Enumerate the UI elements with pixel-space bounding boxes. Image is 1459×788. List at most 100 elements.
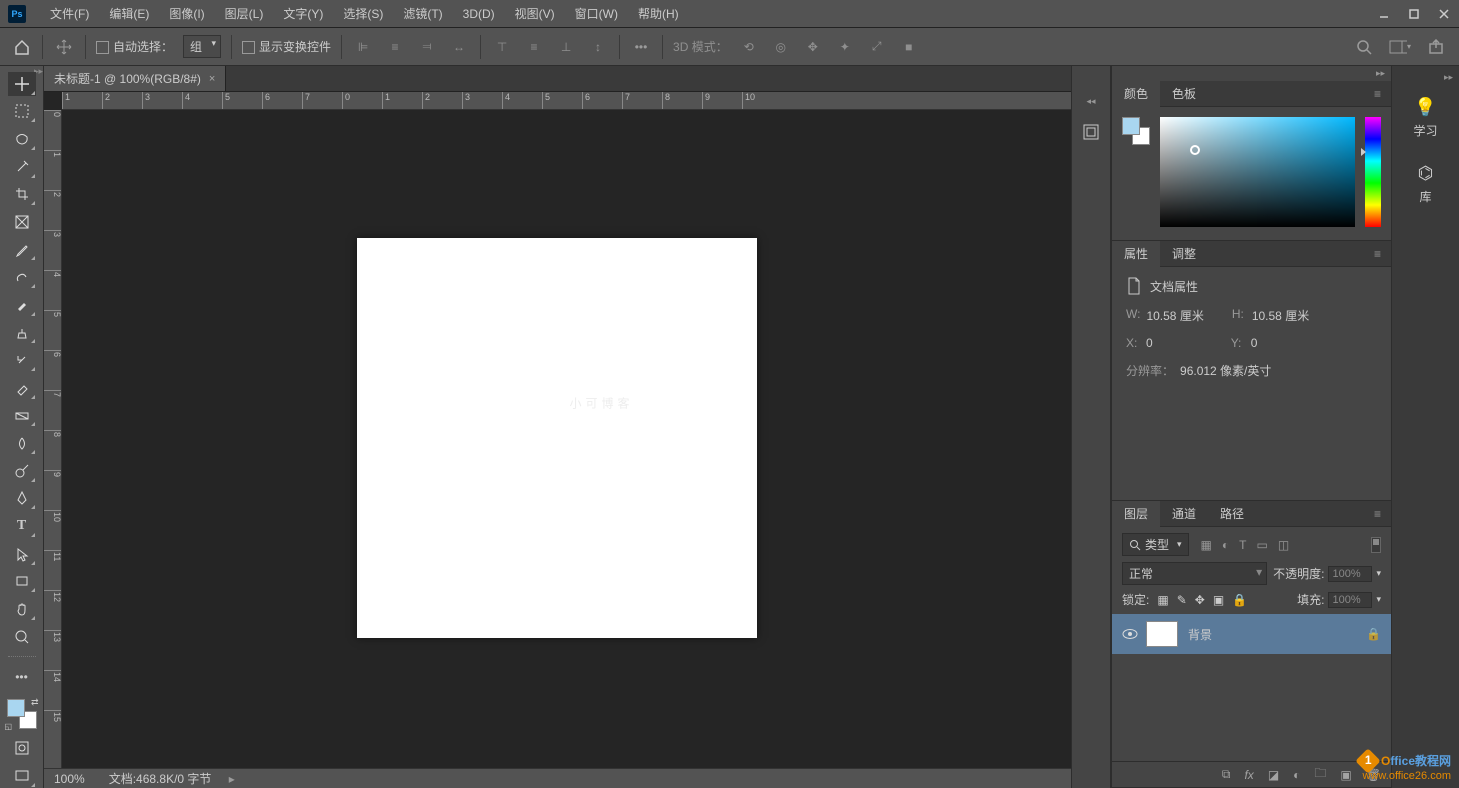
collapse-panels-icon[interactable]: ▸▸: [1370, 66, 1391, 81]
canvas-viewport[interactable]: 小可博客 WWW.QKEKE.COM: [62, 110, 1071, 768]
more-align-icon[interactable]: •••: [630, 36, 652, 58]
eraser-tool[interactable]: [8, 376, 36, 400]
brush-tool[interactable]: [8, 293, 36, 317]
align-right-icon[interactable]: ⫤: [416, 36, 438, 58]
layer-mask-icon[interactable]: ◪: [1268, 768, 1279, 782]
auto-select-checkbox[interactable]: 自动选择：: [96, 38, 173, 55]
3d-camera-icon[interactable]: ■: [898, 36, 920, 58]
dodge-tool[interactable]: [8, 459, 36, 483]
path-selection-tool[interactable]: [8, 542, 36, 566]
swap-colors-icon[interactable]: ⇄: [31, 697, 39, 708]
vertical-ruler[interactable]: 0123456789101112131415: [44, 110, 62, 768]
opacity-input[interactable]: [1328, 566, 1372, 582]
foreground-color-swatch[interactable]: [7, 699, 25, 717]
lasso-tool[interactable]: [8, 127, 36, 151]
filter-toggle[interactable]: [1371, 537, 1381, 553]
align-bottom-icon[interactable]: ⊥: [555, 36, 577, 58]
lock-transparency-icon[interactable]: ▦: [1157, 593, 1168, 607]
frame-tool[interactable]: [8, 210, 36, 234]
align-vstretch-icon[interactable]: ↕: [587, 36, 609, 58]
adjustment-layer-icon[interactable]: ◐: [1293, 768, 1300, 782]
tab-layers[interactable]: 图层: [1112, 501, 1160, 527]
workspace-switcher-icon[interactable]: ▾: [1389, 36, 1411, 58]
menu-image[interactable]: 图像(I): [159, 0, 214, 28]
3d-pan-icon[interactable]: ✥: [802, 36, 824, 58]
close-button[interactable]: [1429, 0, 1459, 28]
align-top-icon[interactable]: ⊤: [491, 36, 513, 58]
pen-tool[interactable]: [8, 487, 36, 511]
lock-position-icon[interactable]: ✥: [1195, 593, 1205, 607]
move-tool-icon[interactable]: [53, 36, 75, 58]
menu-select[interactable]: 选择(S): [333, 0, 393, 28]
gradient-tool[interactable]: [8, 404, 36, 428]
fill-input[interactable]: [1328, 592, 1372, 608]
type-tool[interactable]: T: [8, 514, 36, 538]
filter-pixel-icon[interactable]: ▦: [1201, 538, 1212, 552]
filter-shape-icon[interactable]: ▭: [1256, 538, 1267, 552]
tab-paths[interactable]: 路径: [1208, 501, 1256, 527]
3d-slide-icon[interactable]: ✦: [834, 36, 856, 58]
hand-tool[interactable]: [8, 597, 36, 621]
blend-mode-dropdown[interactable]: 正常: [1122, 562, 1267, 585]
collapse-left-icon[interactable]: ◂◂: [1080, 94, 1101, 109]
search-icon[interactable]: [1353, 36, 1375, 58]
tab-channels[interactable]: 通道: [1160, 501, 1208, 527]
document-tab[interactable]: 未标题-1 @ 100%(RGB/8#) ×: [44, 66, 226, 91]
layer-thumbnail[interactable]: [1146, 621, 1178, 647]
default-colors-icon[interactable]: ◱: [5, 722, 13, 731]
menu-view[interactable]: 视图(V): [505, 0, 565, 28]
history-brush-tool[interactable]: [8, 348, 36, 372]
magic-wand-tool[interactable]: [8, 155, 36, 179]
quick-mask-icon[interactable]: [8, 737, 36, 761]
zoom-level[interactable]: 100%: [54, 772, 89, 786]
align-hcenter-icon[interactable]: ≡: [384, 36, 406, 58]
layer-group-icon[interactable]: 🗀: [1314, 764, 1326, 785]
minimize-button[interactable]: [1369, 0, 1399, 28]
filter-adjust-icon[interactable]: ◐: [1222, 538, 1229, 552]
close-tab-icon[interactable]: ×: [209, 66, 215, 92]
filter-type-icon[interactable]: T: [1239, 538, 1246, 552]
layer-fx-icon[interactable]: fx: [1244, 768, 1253, 782]
library-button[interactable]: ⌬ 库: [1392, 151, 1459, 217]
link-layers-icon[interactable]: ⧉: [1222, 767, 1231, 782]
zoom-tool[interactable]: [8, 625, 36, 649]
collapse-rail-icon[interactable]: ▸▸: [1438, 70, 1459, 85]
canvas[interactable]: [357, 238, 757, 638]
tab-color[interactable]: 颜色: [1112, 81, 1160, 107]
3d-scale-icon[interactable]: ⤢: [866, 36, 888, 58]
rectangle-tool[interactable]: [8, 570, 36, 594]
lock-all-icon[interactable]: 🔒: [1232, 593, 1247, 607]
visibility-icon[interactable]: [1122, 628, 1136, 640]
horizontal-ruler[interactable]: 1234567012345678910: [62, 92, 1071, 110]
share-icon[interactable]: [1425, 36, 1447, 58]
eyedropper-tool[interactable]: [8, 238, 36, 262]
new-layer-icon[interactable]: ▣: [1340, 768, 1351, 782]
tab-adjustments[interactable]: 调整: [1160, 241, 1208, 267]
menu-help[interactable]: 帮助(H): [628, 0, 689, 28]
3d-roll-icon[interactable]: ◎: [770, 36, 792, 58]
crop-tool[interactable]: [8, 183, 36, 207]
clone-stamp-tool[interactable]: [8, 321, 36, 345]
panel-menu-icon[interactable]: ≡: [1368, 507, 1387, 521]
lock-pixels-icon[interactable]: ✎: [1177, 593, 1187, 607]
screen-mode-icon[interactable]: [8, 764, 36, 788]
tab-swatches[interactable]: 色板: [1160, 81, 1208, 107]
edit-toolbar-icon[interactable]: •••: [8, 665, 36, 689]
color-field[interactable]: [1160, 117, 1355, 227]
3d-orbit-icon[interactable]: ⟲: [738, 36, 760, 58]
filter-smart-icon[interactable]: ◫: [1278, 538, 1289, 552]
menu-edit[interactable]: 编辑(E): [99, 0, 159, 28]
align-left-icon[interactable]: ⊫: [352, 36, 374, 58]
lock-artboard-icon[interactable]: ▣: [1213, 593, 1224, 607]
home-button[interactable]: [12, 37, 32, 57]
menu-3d[interactable]: 3D(D): [453, 0, 505, 28]
tab-properties[interactable]: 属性: [1112, 241, 1160, 267]
hue-slider[interactable]: [1365, 117, 1381, 227]
document-status[interactable]: 文档:468.8K/0 字节 ▸: [109, 770, 235, 787]
healing-brush-tool[interactable]: [8, 265, 36, 289]
learn-button[interactable]: 💡 学习: [1392, 85, 1459, 151]
move-tool[interactable]: [8, 72, 36, 96]
panel-menu-icon[interactable]: ≡: [1368, 247, 1387, 261]
menu-file[interactable]: 文件(F): [40, 0, 99, 28]
blur-tool[interactable]: [8, 431, 36, 455]
